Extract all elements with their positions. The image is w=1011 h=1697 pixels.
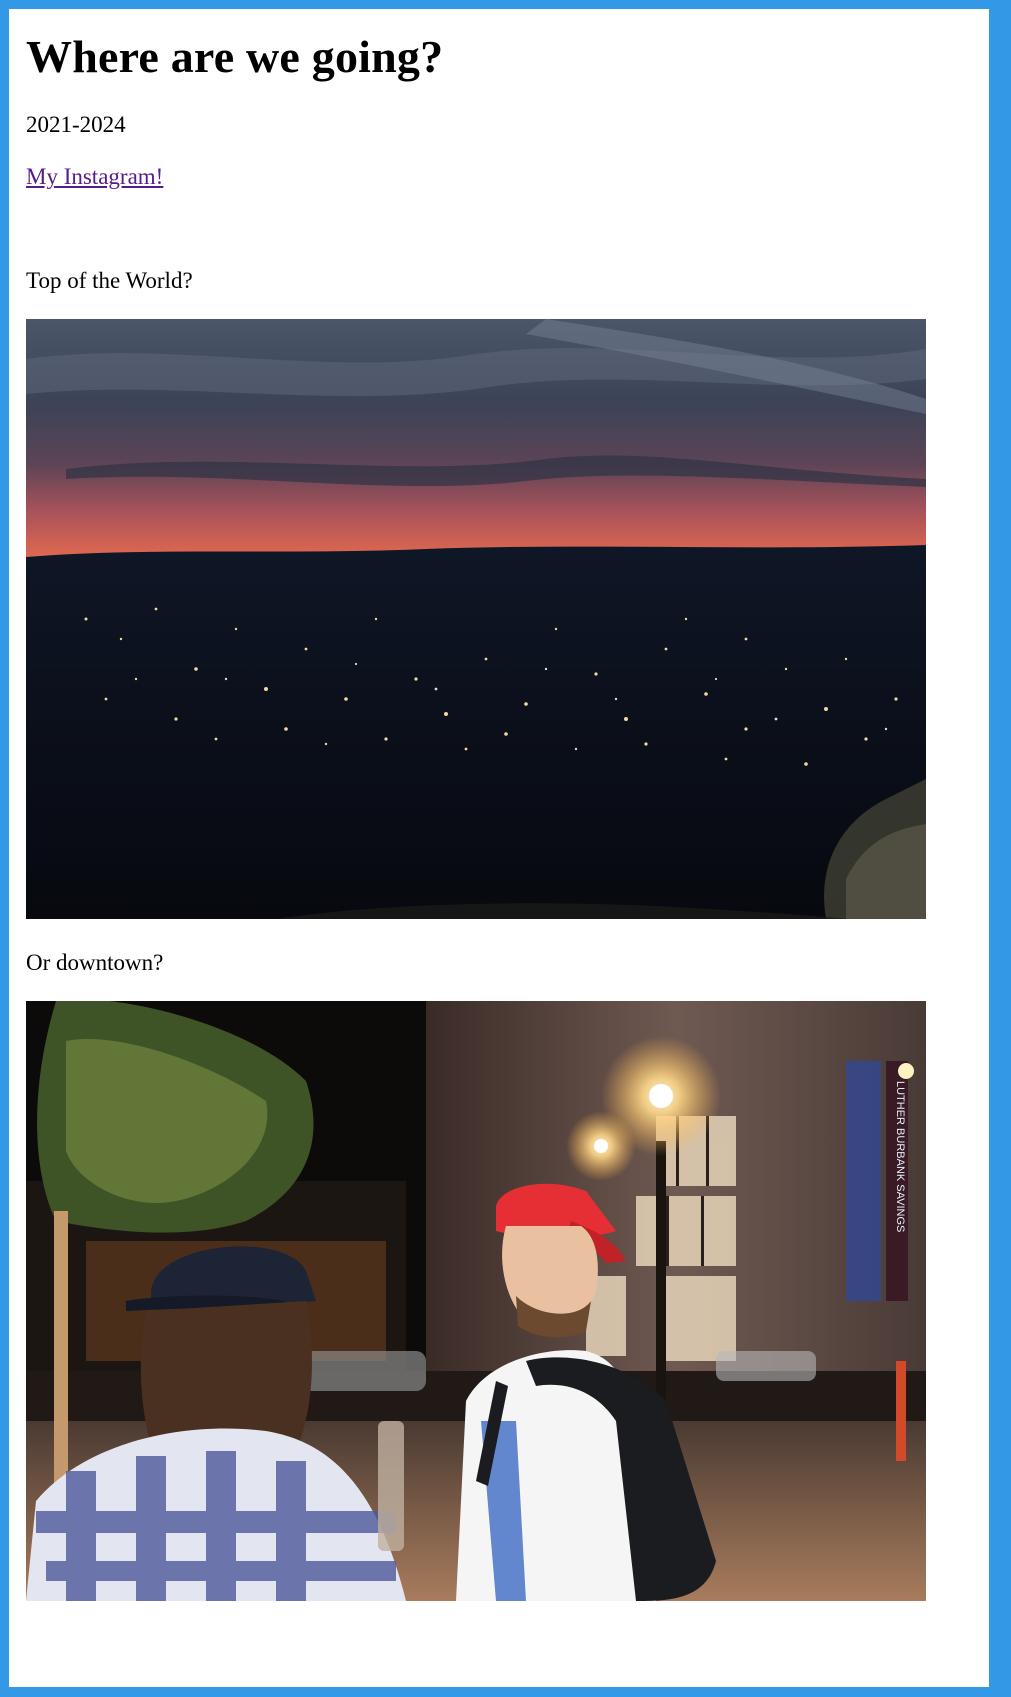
downtown-photo: LUTHER BURBANK SAVINGS bbox=[26, 1001, 926, 1601]
caption-top-of-world: Top of the World? bbox=[26, 268, 193, 293]
instagram-link[interactable]: My Instagram! bbox=[26, 164, 163, 189]
page-title: Where are we going? bbox=[26, 31, 444, 82]
bank-sign: LUTHER BURBANK SAVINGS bbox=[894, 1081, 906, 1232]
browser-frame: Where are we going? 2021-2024 My Instagr… bbox=[0, 0, 1011, 1697]
page-body: Where are we going? 2021-2024 My Instagr… bbox=[9, 9, 989, 1687]
caption-downtown: Or downtown? bbox=[26, 950, 164, 975]
year-range: 2021-2024 bbox=[26, 112, 126, 137]
main-content: Where are we going? 2021-2024 My Instagr… bbox=[26, 9, 966, 1601]
city-lights-photo bbox=[26, 319, 926, 919]
instagram-link-line: My Instagram! bbox=[26, 163, 966, 191]
